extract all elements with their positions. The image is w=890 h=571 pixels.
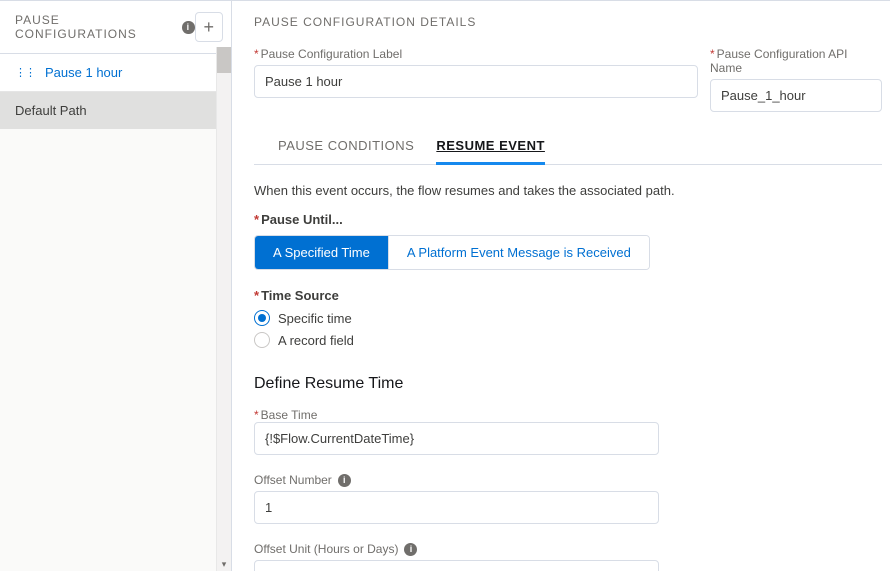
- details-tabs: PAUSE CONDITIONS RESUME EVENT: [254, 130, 882, 165]
- radio-label: Specific time: [278, 311, 352, 326]
- pause-configuration-api-name-input[interactable]: [710, 79, 882, 112]
- pause-configurations-sidebar: PAUSE CONFIGURATIONS i + ⋮⋮ Pause 1 hour…: [0, 1, 232, 571]
- details-title: PAUSE CONFIGURATION DETAILS: [254, 15, 882, 29]
- sidebar-title-text: PAUSE CONFIGURATIONS: [15, 13, 176, 41]
- time-source-specific-time-option[interactable]: Specific time: [254, 307, 882, 329]
- time-source-record-field-option[interactable]: A record field: [254, 329, 882, 351]
- api-name-field-label: Pause Configuration API Name: [710, 47, 882, 75]
- sidebar-item-label: Default Path: [15, 103, 87, 118]
- sidebar-title: PAUSE CONFIGURATIONS i: [15, 13, 195, 41]
- sidebar-item-default-path[interactable]: Default Path: [0, 92, 231, 129]
- sidebar-item-pause-1-hour[interactable]: ⋮⋮ Pause 1 hour: [0, 54, 231, 92]
- offset-number-input[interactable]: [254, 491, 659, 524]
- pause-until-toggle: A Specified Time A Platform Event Messag…: [254, 235, 650, 270]
- define-resume-time-heading: Define Resume Time: [254, 375, 882, 393]
- pause-until-specified-time-button[interactable]: A Specified Time: [255, 236, 389, 269]
- drag-handle-icon[interactable]: ⋮⋮: [15, 66, 35, 79]
- pause-until-label: Pause Until...: [254, 212, 882, 227]
- pause-until-platform-event-button[interactable]: A Platform Event Message is Received: [389, 236, 649, 269]
- radio-icon: [254, 310, 270, 326]
- offset-unit-label: Offset Unit (Hours or Days): [254, 542, 398, 556]
- time-source-radio-group: Specific time A record field: [254, 307, 882, 351]
- base-time-input[interactable]: [254, 422, 659, 455]
- info-icon[interactable]: i: [404, 543, 417, 556]
- sidebar-list: ⋮⋮ Pause 1 hour Default Path: [0, 54, 231, 129]
- scrollbar-down-icon[interactable]: ▾: [217, 557, 231, 571]
- time-source-label: Time Source: [254, 288, 882, 303]
- tab-resume-event[interactable]: RESUME EVENT: [436, 130, 545, 165]
- radio-icon: [254, 332, 270, 348]
- info-icon[interactable]: i: [338, 474, 351, 487]
- add-configuration-button[interactable]: +: [195, 12, 223, 42]
- tab-pause-conditions[interactable]: PAUSE CONDITIONS: [278, 130, 414, 164]
- plus-icon: +: [204, 17, 215, 38]
- pause-configuration-label-input[interactable]: [254, 65, 698, 98]
- offset-number-label: Offset Number: [254, 473, 332, 487]
- details-panel: PAUSE CONFIGURATION DETAILS Pause Config…: [232, 1, 890, 571]
- offset-unit-input[interactable]: [254, 560, 659, 571]
- base-time-label: Base Time: [254, 408, 317, 422]
- sidebar-scrollbar[interactable]: ▾: [216, 47, 231, 571]
- radio-label: A record field: [278, 333, 354, 348]
- resume-event-description: When this event occurs, the flow resumes…: [254, 183, 882, 198]
- scrollbar-thumb[interactable]: [217, 47, 231, 73]
- sidebar-header: PAUSE CONFIGURATIONS i +: [0, 1, 231, 54]
- sidebar-item-label: Pause 1 hour: [45, 65, 122, 80]
- info-icon[interactable]: i: [182, 21, 194, 34]
- label-field-label: Pause Configuration Label: [254, 47, 698, 61]
